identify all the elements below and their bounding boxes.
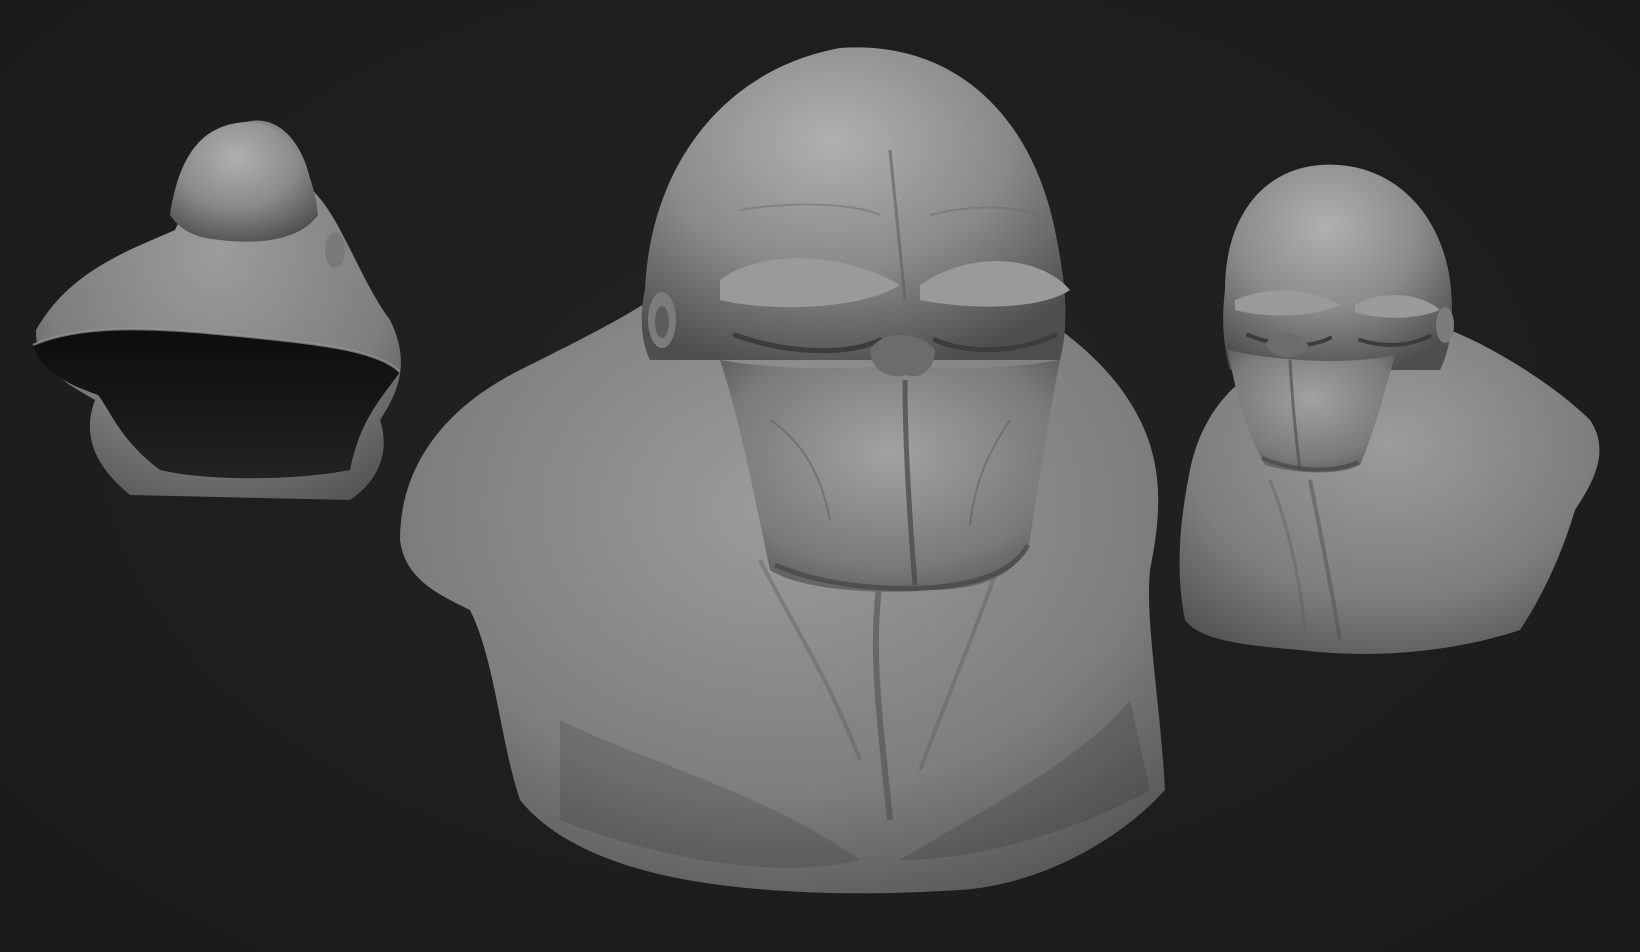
- sculpt-viewport[interactable]: [0, 0, 1640, 952]
- sculpt-scene: [32, 47, 1600, 894]
